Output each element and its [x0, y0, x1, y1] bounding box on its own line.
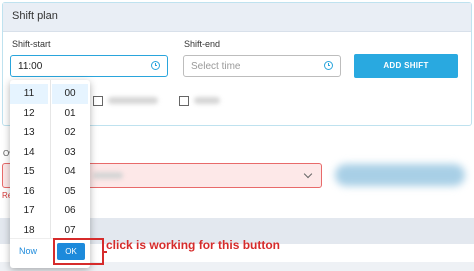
- hour-option[interactable]: 17: [10, 201, 48, 221]
- shift-end-label: Shift-end: [184, 39, 221, 49]
- clock-icon[interactable]: [151, 61, 160, 70]
- add-shift-button[interactable]: ADD SHIFT: [354, 54, 458, 78]
- minute-option[interactable]: 02: [52, 123, 88, 143]
- column-divider: [50, 80, 51, 238]
- annotation-highlight-box: [53, 238, 104, 265]
- minute-option[interactable]: 05: [52, 182, 88, 202]
- shift-start-input[interactable]: 11:00: [10, 55, 168, 77]
- annotation-text: click is working for this button: [106, 238, 281, 252]
- shift-start-label: Shift-start: [12, 39, 51, 49]
- hour-option[interactable]: 13: [10, 123, 48, 143]
- blurred-value: [93, 172, 123, 179]
- clock-icon[interactable]: [324, 61, 333, 70]
- blurred-label: [194, 97, 220, 104]
- day-checkbox[interactable]: [179, 96, 189, 106]
- blurred-element: [335, 164, 465, 186]
- hour-option[interactable]: 11: [10, 84, 48, 104]
- minute-option[interactable]: 06: [52, 201, 88, 221]
- panel-title: Shift plan: [12, 10, 58, 22]
- shift-end-input[interactable]: Select time: [183, 55, 341, 77]
- hour-option[interactable]: 14: [10, 143, 48, 163]
- now-link[interactable]: Now: [19, 246, 37, 256]
- shift-start-value: 11:00: [18, 61, 43, 72]
- hour-option[interactable]: 15: [10, 162, 48, 182]
- hour-option[interactable]: 16: [10, 182, 48, 202]
- day-checkbox[interactable]: [93, 96, 103, 106]
- panel-header: Shift plan: [3, 3, 471, 32]
- hour-option[interactable]: 12: [10, 104, 48, 124]
- chevron-down-icon: [303, 169, 313, 179]
- minute-option[interactable]: 04: [52, 162, 88, 182]
- shift-end-placeholder: Select time: [191, 61, 241, 72]
- minute-option[interactable]: 01: [52, 104, 88, 124]
- minute-option[interactable]: 00: [52, 84, 88, 104]
- minute-option[interactable]: 03: [52, 143, 88, 163]
- blurred-label: [108, 97, 158, 104]
